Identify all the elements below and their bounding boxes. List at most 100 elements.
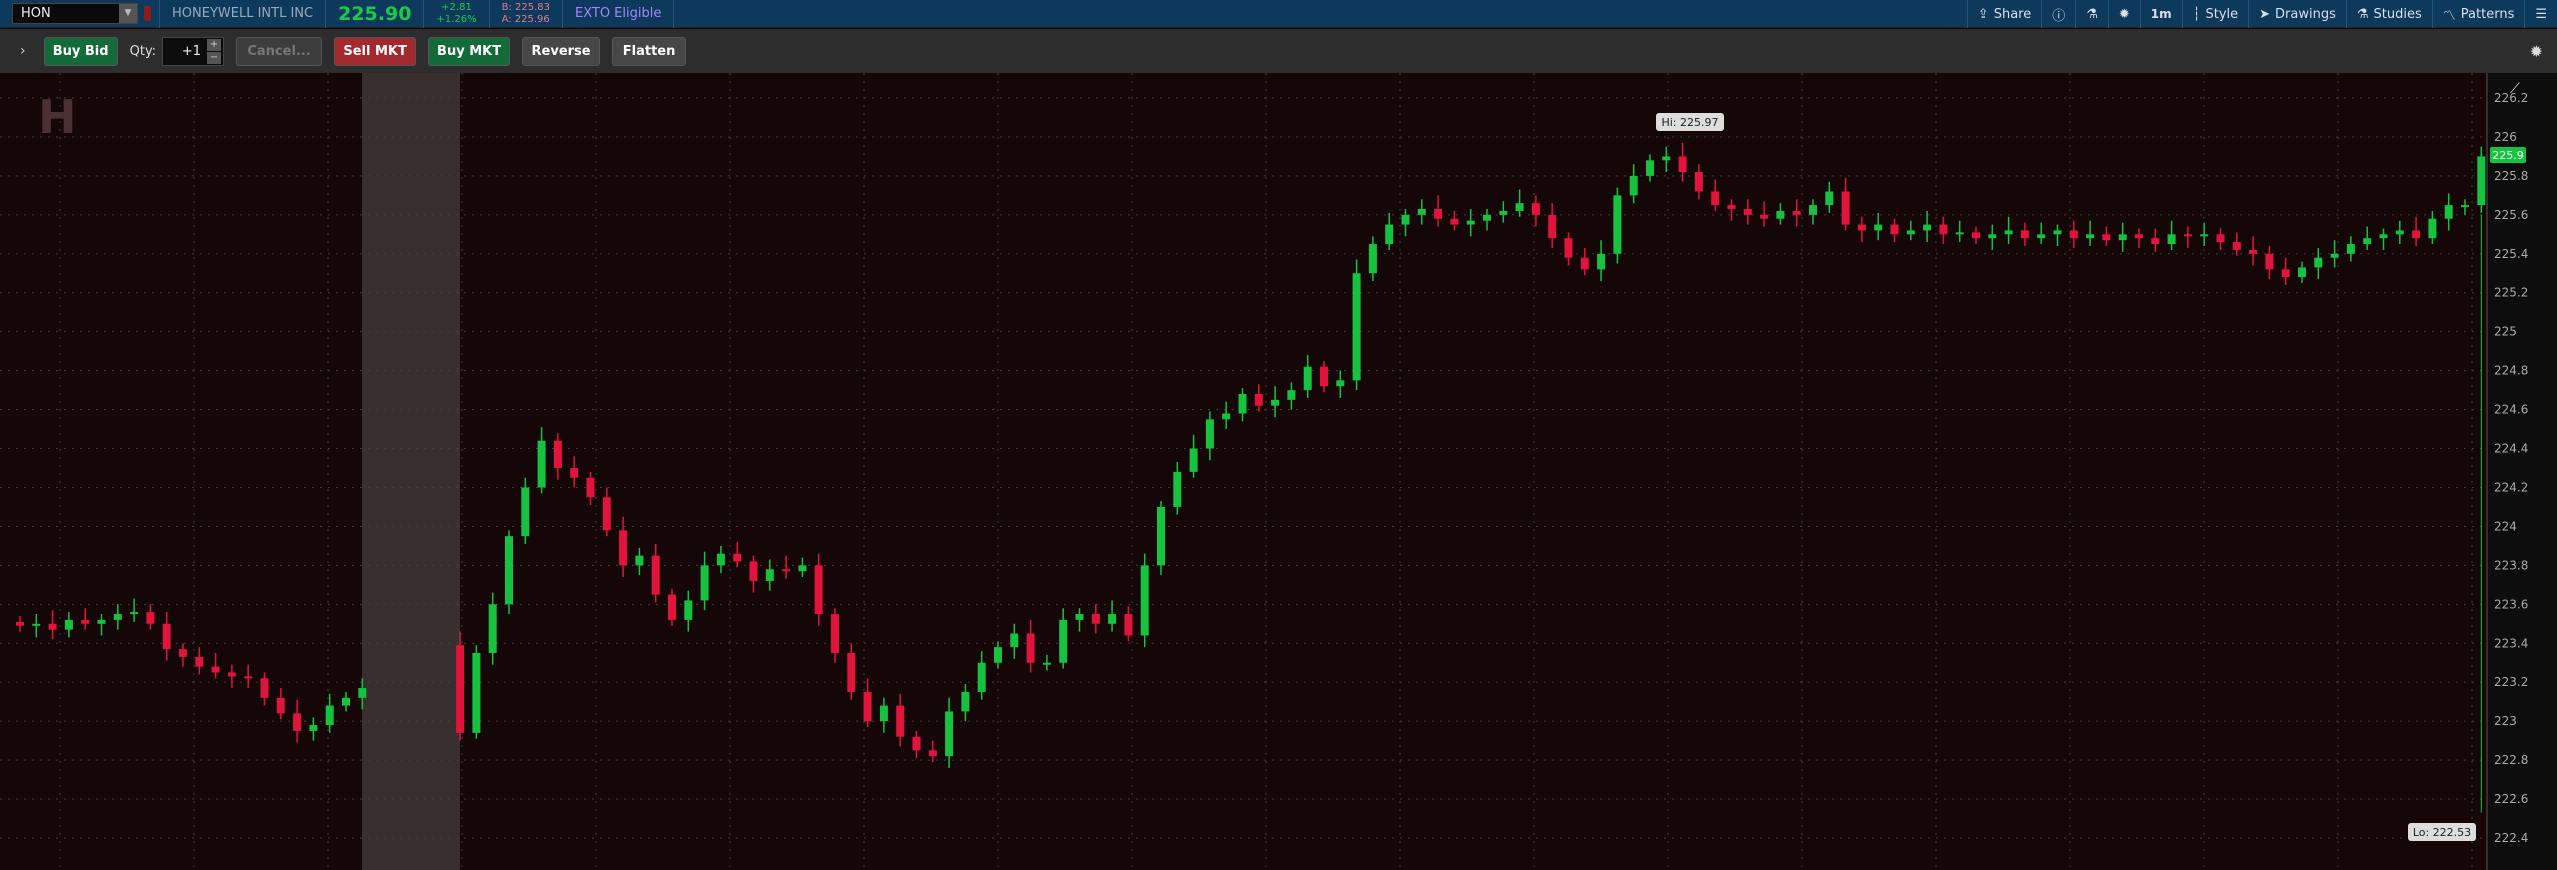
drawings-button[interactable]: ➤ Drawings — [2248, 0, 2346, 28]
candle — [244, 664, 253, 689]
candle — [847, 643, 856, 700]
candle — [1026, 619, 1035, 673]
candle — [521, 477, 530, 544]
alert-flag-icon[interactable] — [144, 6, 151, 21]
buy-bid-button[interactable]: Buy Bid — [43, 36, 118, 66]
candle — [2477, 146, 2486, 213]
candle — [814, 553, 823, 626]
candle — [1694, 164, 1703, 200]
candle — [1075, 608, 1084, 632]
candle — [2086, 220, 2095, 246]
qty-value[interactable]: +1 — [182, 44, 201, 59]
candle — [684, 590, 693, 632]
candle — [472, 645, 481, 739]
share-button[interactable]: ⇪ Share — [1966, 0, 2041, 28]
candle-body — [2037, 234, 2046, 239]
candle-body — [994, 647, 1002, 663]
candle-body — [16, 621, 24, 626]
candle-body — [64, 619, 73, 630]
flatten-button[interactable]: Flatten — [612, 36, 687, 66]
info-button[interactable]: ⓘ — [2041, 0, 2075, 28]
buy-mkt-button[interactable]: Buy MKT — [428, 36, 511, 66]
candle — [2265, 246, 2274, 280]
candle — [2363, 226, 2372, 250]
candle-body — [2281, 269, 2290, 278]
style-button[interactable]: ┆ Style — [2181, 0, 2248, 28]
candle-body — [1271, 399, 1280, 406]
candle — [2004, 216, 2013, 245]
plus-icon[interactable]: + — [207, 38, 222, 51]
candle-body — [1124, 614, 1133, 636]
expand-chevron-icon[interactable]: › — [20, 43, 26, 59]
candle-body — [1711, 191, 1720, 206]
studies-button[interactable]: ⚗ Studies — [2345, 0, 2432, 28]
price-axis[interactable] — [2487, 73, 2557, 870]
candle — [2151, 228, 2160, 252]
y-tick-label: 222.4 — [2494, 831, 2528, 845]
study-toggle-icon[interactable]: ⟋ — [2510, 81, 2520, 97]
candle-body — [1075, 614, 1084, 620]
candle-body — [472, 653, 481, 733]
candle-body — [1613, 195, 1622, 254]
candle — [1042, 654, 1051, 671]
candle — [1287, 382, 1296, 410]
candle-body — [961, 691, 970, 712]
reverse-button[interactable]: Reverse — [522, 36, 601, 66]
candle — [635, 547, 644, 576]
candle-body — [227, 672, 236, 677]
candle-body — [2314, 257, 2323, 268]
symbol-selector[interactable]: HON ▼ — [12, 3, 138, 24]
candle-body — [211, 666, 220, 673]
quantity-stepper[interactable]: +1 + − — [162, 36, 225, 66]
candle — [81, 608, 90, 630]
candle — [2118, 222, 2127, 252]
candle — [1059, 608, 1068, 669]
chevron-down-icon[interactable]: ▼ — [119, 4, 137, 23]
candle — [1743, 199, 1752, 225]
candle — [276, 688, 285, 720]
candle-body — [1988, 234, 1997, 239]
y-tick-label: 224.4 — [2494, 442, 2528, 456]
candle — [1499, 201, 1508, 223]
candle — [1825, 181, 1834, 213]
candle — [2330, 240, 2339, 268]
candle-body — [146, 612, 155, 624]
candle — [782, 555, 791, 579]
price-chart[interactable]: 226.2226225.8225.6225.4225.2225224.8224.… — [0, 73, 2557, 870]
candle — [211, 653, 220, 679]
candle — [1205, 411, 1214, 461]
candle — [32, 614, 41, 638]
candle-body — [879, 705, 888, 722]
candle — [2020, 222, 2029, 246]
candle — [586, 471, 595, 505]
candle-body — [2118, 234, 2127, 241]
sell-mkt-button[interactable]: Sell MKT — [334, 36, 417, 66]
candle-body — [749, 561, 758, 581]
candle — [1857, 216, 1866, 243]
candle-body — [456, 645, 465, 733]
interval-button[interactable]: 1m — [2139, 0, 2182, 28]
candle-body — [782, 569, 791, 572]
candle — [179, 643, 187, 667]
candle — [2216, 228, 2225, 250]
settings-button[interactable]: ✹ — [2107, 0, 2140, 28]
menu-button[interactable]: ☰ — [2524, 0, 2557, 28]
symbol-text: HON — [21, 6, 51, 21]
candle-body — [1906, 230, 1915, 235]
y-tick-label: 225.2 — [2494, 286, 2528, 300]
candle-body — [1450, 218, 1459, 225]
candle — [1955, 220, 1964, 243]
candle — [1580, 247, 1589, 276]
patterns-button[interactable]: 〽 Patterns — [2431, 0, 2525, 28]
candle — [2183, 226, 2192, 248]
minus-icon[interactable]: − — [207, 51, 222, 64]
gear-icon[interactable]: ✹ — [2530, 42, 2543, 61]
candle-body — [1678, 156, 1687, 172]
y-tick-label: 224.6 — [2494, 403, 2528, 417]
candle — [1923, 210, 1932, 243]
candle — [1124, 606, 1133, 642]
flask-button[interactable]: ⚗ — [2075, 0, 2108, 28]
cancel-button[interactable]: Cancel... — [236, 36, 323, 66]
candle — [2395, 220, 2404, 245]
candle-body — [1515, 203, 1524, 211]
